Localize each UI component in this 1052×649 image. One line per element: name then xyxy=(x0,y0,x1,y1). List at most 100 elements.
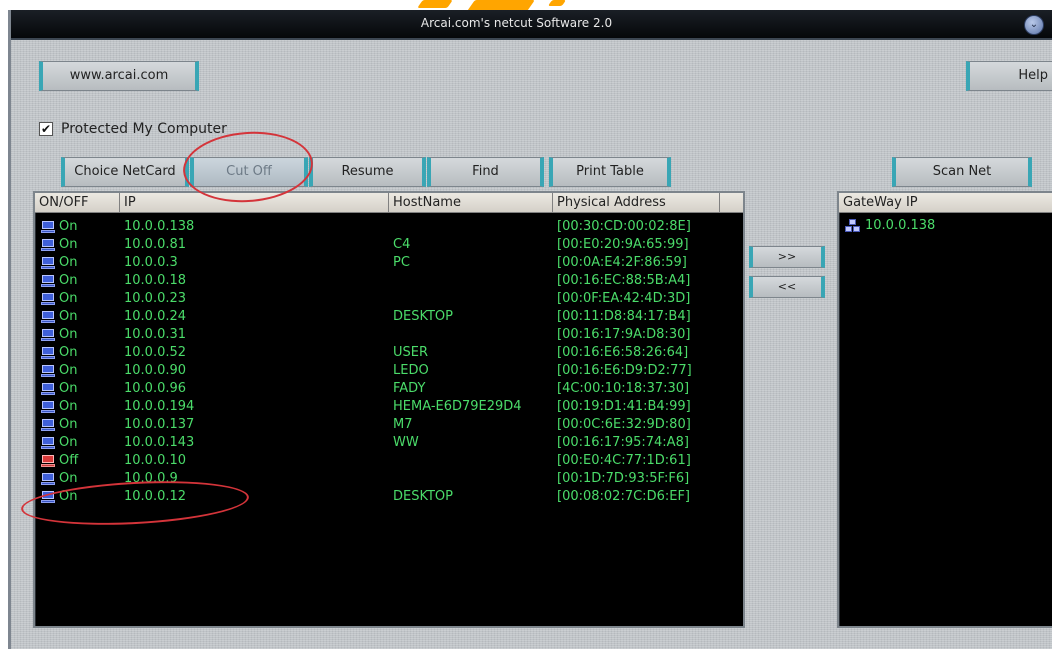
help-button[interactable]: Help xyxy=(966,61,1052,91)
table-row[interactable]: On 10.0.0.24 DESKTOP [00:11:D8:84:17:B4] xyxy=(35,308,743,326)
pc-on-icon xyxy=(41,401,55,413)
ip-cell: 10.0.0.10 xyxy=(124,453,187,468)
table-row[interactable]: On 10.0.0.90 LEDO [00:16:E6:D9:D2:77] xyxy=(35,362,743,380)
hostname-cell xyxy=(389,470,553,488)
status-text: On xyxy=(59,327,78,342)
print-table-button[interactable]: Print Table xyxy=(549,157,671,187)
gateway-table[interactable]: GateWay IP 10.0.0.138 xyxy=(837,191,1052,628)
status-cell: On xyxy=(35,272,120,290)
status-text: On xyxy=(59,237,78,252)
gateway-row[interactable]: 10.0.0.138 xyxy=(839,217,1052,235)
status-cell: On xyxy=(35,398,120,416)
pc-on-icon xyxy=(41,293,55,305)
hostname-cell: C4 xyxy=(393,237,411,252)
pc-on-icon xyxy=(41,275,55,287)
mac-cell: [00:E0:20:9A:65:99] xyxy=(557,237,689,252)
find-button[interactable]: Find xyxy=(427,157,544,187)
pc-on-icon xyxy=(41,221,55,233)
pc-on-icon xyxy=(41,257,55,269)
window-menu-button[interactable]: ⌄ xyxy=(1024,15,1044,35)
status-cell: On xyxy=(35,344,120,362)
mac-cell: [00:0A:E4:2F:86:59] xyxy=(557,255,687,270)
mac-cell: [00:1D:7D:93:5F:F6] xyxy=(557,471,690,486)
status-cell: On xyxy=(35,236,120,254)
ip-cell: 10.0.0.143 xyxy=(124,435,195,450)
table-row[interactable]: On 10.0.0.23 [00:0F:EA:42:4D:3D] xyxy=(35,290,743,308)
column-onoff[interactable]: ON/OFF xyxy=(35,193,120,213)
table-row[interactable]: On 10.0.0.194 HEMA-E6D79E29D4 [00:19:D1:41:… xyxy=(35,398,743,416)
status-cell: On xyxy=(35,434,120,452)
mac-cell: [00:16:EC:88:5B:A4] xyxy=(557,273,691,288)
status-text: On xyxy=(59,381,78,396)
protect-computer-option[interactable]: ✔ Protected My Computer xyxy=(39,120,227,138)
ip-cell: 10.0.0.3 xyxy=(124,255,178,270)
status-text: On xyxy=(59,435,78,450)
table-row[interactable]: Off 10.0.0.10 [00:E0:4C:77:1D:61] xyxy=(35,452,743,470)
ip-cell: 10.0.0.138 xyxy=(124,219,195,234)
status-text: On xyxy=(59,273,78,288)
status-cell: On xyxy=(35,254,120,272)
status-cell: On xyxy=(35,290,120,308)
column-spacer xyxy=(720,193,743,213)
move-from-gateway-button[interactable]: << xyxy=(749,276,825,298)
ip-cell: 10.0.0.31 xyxy=(124,327,187,342)
mac-cell: [00:16:E6:D9:D2:77] xyxy=(557,363,692,378)
status-text: On xyxy=(59,399,78,414)
mac-cell: [00:0C:6E:32:9D:80] xyxy=(557,417,691,432)
table-row[interactable]: On 10.0.0.81 C4 [00:E0:20:9A:65:99] xyxy=(35,236,743,254)
hosts-table[interactable]: ON/OFF IP HostName Physical Address On 10… xyxy=(33,191,745,628)
table-row[interactable]: On 10.0.0.18 [00:16:EC:88:5B:A4] xyxy=(35,272,743,290)
scan-net-button[interactable]: Scan Net xyxy=(892,157,1032,187)
status-text: On xyxy=(59,345,78,360)
table-row[interactable]: On 10.0.0.143 WW [00:16:17:95:74:A8] xyxy=(35,434,743,452)
hostname-cell xyxy=(389,272,553,290)
website-button[interactable]: www.arcai.com xyxy=(39,61,199,91)
table-row[interactable]: On 10.0.0.96 FADY [4C:00:10:18:37:30] xyxy=(35,380,743,398)
hosts-table-header: ON/OFF IP HostName Physical Address xyxy=(35,193,743,213)
pc-on-icon xyxy=(41,365,55,377)
protect-checkbox[interactable]: ✔ xyxy=(39,122,53,136)
pc-on-icon xyxy=(41,383,55,395)
app-window: Arcai.com's netcut Software 2.0 ⌄ www.ar… xyxy=(8,10,1052,649)
status-cell: On xyxy=(35,362,120,380)
mac-cell: [00:19:D1:41:B4:99] xyxy=(557,399,691,414)
network-icon xyxy=(845,219,861,233)
hostname-cell: DESKTOP xyxy=(393,309,454,324)
pc-on-icon xyxy=(41,473,55,485)
column-physical-address[interactable]: Physical Address xyxy=(553,193,720,213)
table-row[interactable]: On 10.0.0.3 PC [00:0A:E4:2F:86:59] xyxy=(35,254,743,272)
ip-cell: 10.0.0.81 xyxy=(124,237,187,252)
protect-label: Protected My Computer xyxy=(61,121,227,137)
pc-on-icon xyxy=(41,419,55,431)
mac-cell: [00:16:E6:58:26:64] xyxy=(557,345,689,360)
mac-cell: [4C:00:10:18:37:30] xyxy=(557,381,690,396)
pc-on-icon xyxy=(41,347,55,359)
hostname-cell xyxy=(389,326,553,344)
ip-cell: 10.0.0.52 xyxy=(124,345,187,360)
hostname-cell xyxy=(389,452,553,470)
ip-cell: 10.0.0.96 xyxy=(124,381,187,396)
column-hostname[interactable]: HostName xyxy=(389,193,553,213)
table-row[interactable]: On 10.0.0.137 M7 [00:0C:6E:32:9D:80] xyxy=(35,416,743,434)
status-text: On xyxy=(59,291,78,306)
status-text: On xyxy=(59,309,78,324)
hostname-cell: DESKTOP xyxy=(393,489,454,504)
move-to-gateway-button[interactable]: >> xyxy=(749,246,825,268)
title-bar: Arcai.com's netcut Software 2.0 ⌄ xyxy=(11,10,1052,40)
table-row[interactable]: On 10.0.0.52 USER [00:16:E6:58:26:64] xyxy=(35,344,743,362)
status-cell: On xyxy=(35,326,120,344)
hostname-cell: LEDO xyxy=(393,363,429,378)
column-gateway-ip[interactable]: GateWay IP xyxy=(839,193,1052,213)
resume-button[interactable]: Resume xyxy=(309,157,426,187)
status-text: On xyxy=(59,219,78,234)
status-text: Off xyxy=(59,453,79,468)
table-row[interactable]: On 10.0.0.31 [00:16:17:9A:D8:30] xyxy=(35,326,743,344)
hostname-cell xyxy=(389,290,553,308)
choice-netcard-button[interactable]: Choice NetCard xyxy=(61,157,189,187)
gateway-table-header: GateWay IP xyxy=(839,193,1052,213)
status-text: On xyxy=(59,363,78,378)
hostname-cell: M7 xyxy=(393,417,413,432)
mac-cell: [00:30:CD:00:02:8E] xyxy=(557,219,691,234)
pc-off-icon xyxy=(41,455,55,467)
table-row[interactable]: On 10.0.0.138 [00:30:CD:00:02:8E] xyxy=(35,218,743,236)
